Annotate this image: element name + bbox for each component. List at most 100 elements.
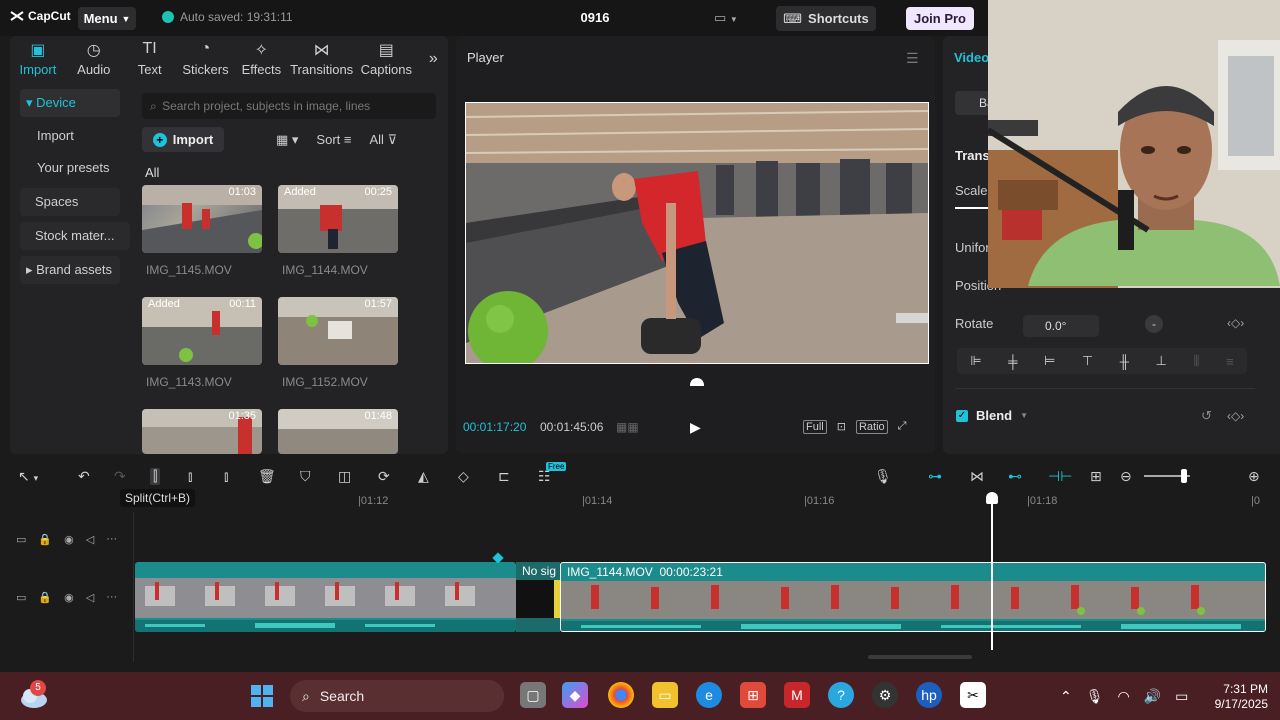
mirror-icon[interactable]: ◭ (418, 468, 429, 485)
more-icon[interactable]: ··· (106, 591, 117, 604)
sidebar-item-device[interactable]: ▾ Device (20, 89, 120, 117)
file-explorer-icon[interactable]: ▭ (652, 682, 678, 708)
store-icon[interactable]: ⊞ (740, 682, 766, 708)
battery-icon[interactable]: ▭ (1175, 688, 1188, 705)
wifi-icon[interactable]: ◠ (1118, 688, 1130, 705)
rotate-handle-icon[interactable] (690, 378, 704, 386)
volume-icon[interactable]: 🔊 (1144, 688, 1161, 705)
tab-captions[interactable]: ▤ Captions (354, 36, 419, 84)
ratio-button[interactable]: Ratio (855, 420, 888, 434)
align-right-icon[interactable]: ⊨ (1044, 353, 1055, 369)
lock-icon[interactable]: 🔒 (38, 533, 52, 546)
speaker-icon[interactable]: ◁ (86, 533, 94, 546)
freeze-icon[interactable]: ◫ (338, 468, 351, 485)
timeline-clip-1145[interactable] (135, 562, 516, 632)
media-thumbnail[interactable]: 01:03 (142, 185, 262, 253)
magnet-icon[interactable]: ⊷ (1008, 468, 1022, 485)
timecode-grid-icon[interactable]: ▦▦ (616, 420, 639, 434)
more-icon[interactable]: ··· (106, 533, 117, 546)
crop-icon[interactable]: ⊏ (498, 468, 510, 485)
link-icon[interactable]: ⊶ (928, 468, 942, 485)
sidebar-item-spaces[interactable]: Spaces (20, 188, 120, 216)
taskbar-search[interactable]: ⌕ Search (290, 680, 504, 712)
timeline-clip-no-signal[interactable]: No sig (516, 562, 560, 632)
zoom-out-icon[interactable]: ⊖ (1120, 468, 1132, 485)
join-pro-button[interactable]: Join Pro (906, 7, 974, 30)
speaker-icon[interactable]: ◁ (86, 591, 94, 604)
import-button[interactable]: + Import (142, 127, 224, 152)
microphone-icon[interactable]: 🎙 (874, 468, 892, 485)
align-center-v-icon[interactable]: ╫ (1120, 354, 1129, 369)
chrome-icon[interactable] (608, 682, 634, 708)
zoom-slider-handle[interactable] (1181, 469, 1187, 483)
shortcuts-button[interactable]: ⌨ Shortcuts (776, 6, 876, 31)
sidebar-item-import[interactable]: Import (20, 122, 120, 150)
preview-canvas[interactable] (465, 102, 929, 364)
hamburger-menu-icon[interactable]: ☰ (906, 50, 919, 67)
blend-section[interactable]: ✓ Blend ▼ (956, 408, 1028, 423)
tab-effects[interactable]: ✧ Effects (233, 36, 289, 84)
sort-button[interactable]: Sort ≡ (316, 132, 351, 148)
zoom-fit-icon[interactable]: ⊡ (837, 420, 846, 434)
tab-stickers[interactable]: ◔ Stickers (178, 36, 234, 84)
edge-icon[interactable]: e (696, 682, 722, 708)
capcut-taskbar-icon[interactable]: ✂ (960, 682, 986, 708)
checkbox-checked-icon[interactable]: ✓ (956, 409, 968, 422)
keyframe-icon[interactable]: ‹◇› (1227, 409, 1244, 423)
more-tabs-icon[interactable]: » (419, 36, 448, 84)
split-left-icon[interactable]: ⫾ (188, 468, 192, 485)
media-thumbnail[interactable]: 01:57 (278, 297, 398, 365)
align-left-icon[interactable]: ⊫ (970, 353, 981, 369)
split-right-icon[interactable]: ⫾ (224, 468, 228, 485)
eye-icon[interactable]: ◉ (64, 533, 74, 546)
copilot-icon[interactable]: ◆ (562, 682, 588, 708)
select-tool-icon[interactable]: ↖ ▾ (18, 468, 38, 485)
grid-view-icon[interactable]: ▦ ▾ (276, 132, 298, 148)
delete-icon[interactable]: 🗑 (258, 468, 276, 485)
reverse-icon[interactable]: ⟳ (378, 468, 390, 485)
chevron-up-icon[interactable]: ⌃ (1060, 688, 1072, 705)
preview-axis-icon[interactable]: ⊞ (1090, 468, 1102, 485)
timeline-scrollbar[interactable] (868, 655, 972, 659)
media-search-input[interactable]: ⌕ Search project, subjects in image, lin… (142, 93, 436, 119)
full-button[interactable]: Full (803, 420, 827, 434)
align-top-icon[interactable]: ⊤ (1082, 353, 1093, 369)
tab-transitions[interactable]: ⋈ Transitions (289, 36, 354, 84)
fullscreen-icon[interactable]: ⤢ (898, 420, 907, 434)
filter-button[interactable]: All ⊽ (369, 132, 397, 148)
split-icon[interactable]: ⫿ (150, 468, 161, 485)
timeline-ruler[interactable]: |01:12 |01:14 |01:16 |01:18 |0 (136, 492, 1280, 512)
scale-slider[interactable] (955, 207, 989, 209)
tab-video[interactable]: Video (954, 50, 989, 65)
shield-icon[interactable]: ⛉ (300, 468, 311, 485)
media-thumbnail[interactable]: Added 00:25 (278, 185, 398, 253)
sidebar-item-stock[interactable]: Stock mater... (20, 222, 130, 250)
distribute-h-icon[interactable]: ⫼ (1194, 353, 1200, 369)
snap-icon[interactable]: ⋈ (970, 468, 984, 485)
linkage-icon[interactable]: ⊣⊢ (1048, 468, 1072, 485)
tab-text[interactable]: TI Text (122, 36, 178, 84)
hp-icon[interactable]: hp (916, 682, 942, 708)
playhead[interactable] (991, 494, 993, 650)
task-view-icon[interactable]: ▢ (520, 682, 546, 708)
taskbar-clock[interactable]: 7:31 PM 9/17/2025 (1198, 682, 1268, 712)
tab-audio[interactable]: ◷ Audio (66, 36, 122, 84)
windows-start-icon[interactable] (250, 684, 274, 708)
menu-button[interactable]: Menu ▼ (78, 7, 136, 30)
play-button[interactable]: ▶ (690, 419, 701, 436)
redo-icon[interactable]: ↷ (114, 468, 126, 485)
microphone-icon[interactable]: 🎙 (1086, 688, 1104, 705)
align-bottom-icon[interactable]: ⊥ (1156, 353, 1167, 369)
rotate-icon[interactable]: ◇ (458, 468, 469, 485)
media-thumbnail[interactable]: 01:35 (142, 409, 262, 454)
keyframe-icon[interactable]: ‹◇› (1227, 316, 1244, 330)
eye-icon[interactable]: ◉ (64, 591, 74, 604)
settings-icon[interactable]: ⚙ (872, 682, 898, 708)
tab-import[interactable]: ▣ Import (10, 36, 66, 84)
sidebar-item-brand[interactable]: ▸ Brand assets (20, 256, 120, 284)
distribute-v-icon[interactable]: ≡ (1226, 354, 1234, 369)
media-thumbnail[interactable]: Added 00:11 (142, 297, 262, 365)
timeline-clip-1144[interactable]: IMG_1144.MOV 00:00:23:21 (560, 562, 1266, 632)
project-title[interactable]: 0916 (560, 10, 630, 25)
media-thumbnail[interactable]: 01:48 (278, 409, 398, 454)
